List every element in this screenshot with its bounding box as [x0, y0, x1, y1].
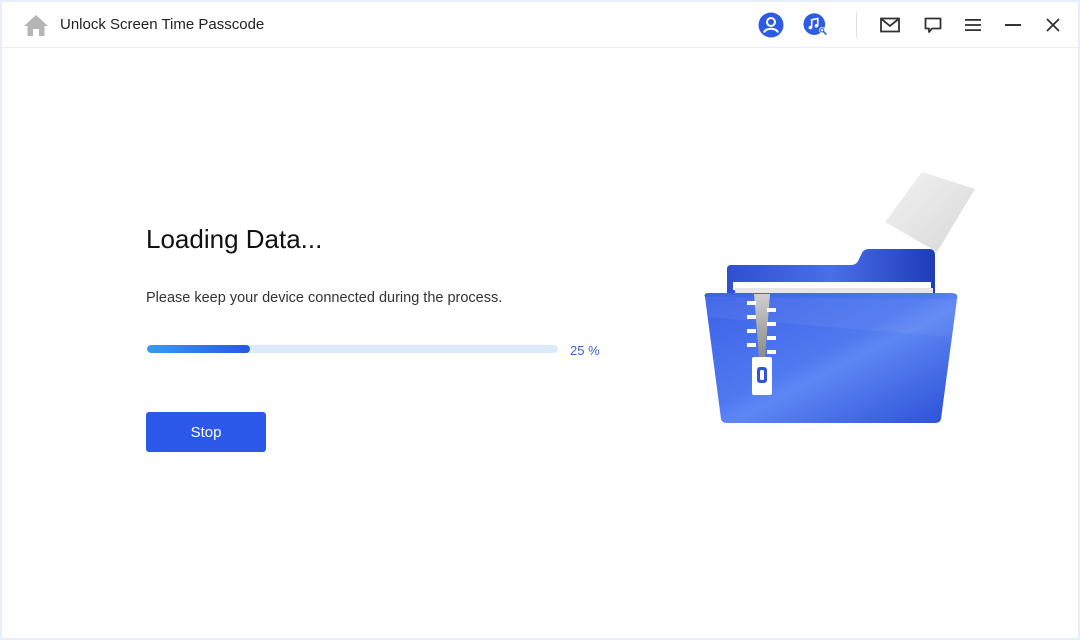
progress-percent: 25 % [570, 343, 600, 358]
home-icon[interactable] [23, 13, 49, 37]
mail-icon[interactable] [877, 12, 903, 38]
instruction-text: Please keep your device connected during… [146, 290, 503, 306]
user-account-icon[interactable] [758, 12, 784, 38]
stop-button[interactable]: Stop [146, 412, 266, 452]
close-icon[interactable] [1040, 12, 1066, 38]
window-title: Unlock Screen Time Passcode [60, 16, 265, 33]
page-heading: Loading Data... [146, 224, 323, 254]
zip-folder-illustration [697, 167, 987, 432]
music-search-icon[interactable] [803, 12, 829, 38]
toolbar-divider [856, 12, 857, 38]
app-window: Unlock Screen Time Passcode Loading Data… [2, 2, 1078, 638]
feedback-icon[interactable] [920, 12, 946, 38]
minimize-icon[interactable] [1000, 12, 1026, 38]
progress-bar [147, 345, 558, 353]
menu-icon[interactable] [960, 12, 986, 38]
title-bar: Unlock Screen Time Passcode [2, 2, 1078, 48]
paper-sheet [885, 172, 975, 252]
progress-fill [147, 345, 250, 353]
